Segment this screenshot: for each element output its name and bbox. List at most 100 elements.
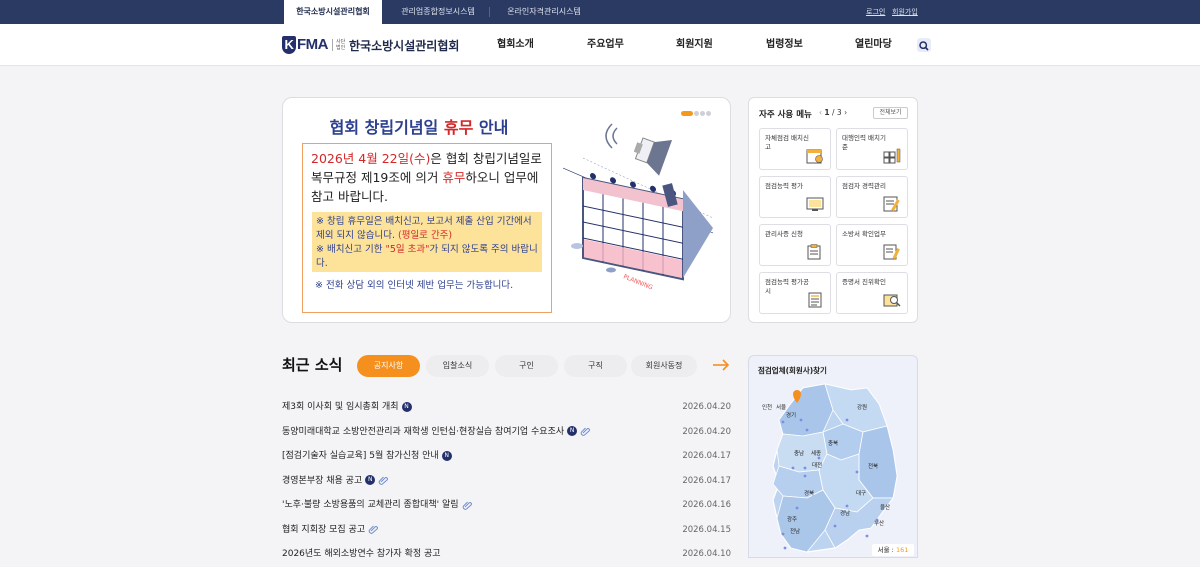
search-icon (919, 41, 929, 51)
quick-item-capability-eval[interactable]: 점검능력 평가 (759, 176, 831, 218)
calendar-icon (806, 149, 823, 164)
map-region-incheon[interactable]: 인천 (762, 403, 772, 411)
banner-title: 협회 창립기념일 휴무 안내 (283, 114, 555, 138)
news-item-date: 2026.04.20 (682, 402, 731, 412)
map-region-gangwon[interactable]: 강원 (857, 403, 867, 411)
news-item-date: 2026.04.15 (682, 524, 731, 535)
banner-highlight: ※ 창립 휴무일은 배치신고, 보고서 제출 산입 기간에서 제외 되지 않습니… (312, 212, 542, 272)
menu-law-info[interactable]: 법령정보 (766, 24, 803, 66)
new-badge-icon: N (567, 426, 578, 436)
map-status-badge: 서울 : 161 (872, 544, 914, 556)
map-region-jeonbuk[interactable]: 경북 (804, 489, 814, 497)
map-region-chungbuk[interactable]: 충북 (828, 439, 838, 447)
map-region-gyeonggi[interactable]: 경기 (786, 411, 796, 419)
map-region-chungnam[interactable]: 충남 (794, 449, 804, 457)
banner-tel-note: ※ 전화 상담 외의 인터넷 제반 업무는 가능합니다. (315, 280, 514, 291)
map-region-gyeongbuk[interactable]: 전북 (868, 462, 878, 470)
main-banner[interactable]: 협회 창립기념일 휴무 안내 2026년 4월 22일(수)은 협회 창립기념일… (282, 97, 731, 323)
logo-shield-icon: K (282, 36, 296, 54)
note-pen-icon (883, 196, 900, 212)
menu-member-support[interactable]: 회원지원 (676, 24, 713, 66)
menu-main-business[interactable]: 주요업무 (587, 24, 624, 66)
quick-item-self-inspection[interactable]: 자체점검 배치신고 (759, 128, 831, 170)
pager-next-icon[interactable]: › (842, 108, 847, 117)
news-tab-notice[interactable]: 공지사항 (357, 355, 420, 377)
news-item[interactable]: 2026년도 해외소방연수 참가자 확정 공고 2026.04.10 (282, 542, 731, 567)
news-item-date: 2026.04.17 (682, 475, 731, 486)
banner-lead: 2026년 4월 22일(수)은 협회 창립기념일로 복무규정 제19조에 의거… (311, 149, 547, 206)
logo-mark-text: FMA (297, 36, 329, 53)
news-item[interactable]: 협회 지회장 모집 공고 2026.04.15 (282, 518, 731, 543)
banner-lead-red: 휴무 (442, 170, 466, 185)
map-region-daegu[interactable]: 대구 (856, 489, 866, 497)
map-region-seoul[interactable]: 서울 (776, 403, 786, 411)
news-item-title: [점검기술자 실습교육] 5월 참가신청 안내 (282, 451, 439, 461)
banner-title-post: 안내 (473, 118, 509, 137)
news-item[interactable]: 제3회 이사회 및 임시총회 개최 N 2026.04.20 (282, 395, 731, 420)
news-item[interactable]: 동양미래대학교 소방안전관리과 재학생 인턴십·현장실습 참여기업 수요조사 N … (282, 420, 731, 445)
map-region-busan[interactable]: 부산 (874, 519, 884, 527)
news-tab-jobs-wanted[interactable]: 구직 (564, 355, 627, 377)
quick-item-label: 증명서 진위확인 (842, 278, 886, 286)
news-more-arrow-icon[interactable] (712, 358, 730, 372)
quick-item-eval-disclosure[interactable]: 점검능력 평가공시 (759, 272, 831, 314)
certificate-search-icon (883, 294, 901, 307)
banner-dot[interactable] (700, 111, 705, 116)
signup-link[interactable]: 회원가입 (892, 0, 918, 24)
view-all-button[interactable]: 전체보기 (873, 107, 908, 119)
banner-date: 2026년 4월 22일(수) (311, 151, 431, 166)
map-region-daejeon[interactable]: 대전 (812, 461, 822, 469)
news-item-date: 2026.04.16 (682, 500, 731, 510)
news-item[interactable]: '노후·불량 소방용품의 교체관리 종합대책' 알림 2026.04.16 (282, 493, 731, 518)
news-item-title: 경영본부장 채용 공고 (282, 475, 363, 486)
pager-sep: / (832, 108, 835, 117)
tab-business-info-system[interactable]: 관리업종합정보시스템 (390, 0, 486, 24)
banner-note-1-red: (평일로 간주) (398, 230, 453, 241)
banner-dot[interactable] (706, 111, 711, 116)
quick-item-career-management[interactable]: 점검자 경력관리 (836, 176, 908, 218)
news-item[interactable]: 경영본부장 채용 공고 N 2026.04.17 (282, 469, 731, 494)
news-item[interactable]: [점검기술자 실습교육] 5월 참가신청 안내 N 2026.04.17 (282, 444, 731, 469)
tab-kfma[interactable]: 한국소방시설관리협회 (284, 0, 382, 24)
quick-item-license-apply[interactable]: 관리사증 신청 (759, 224, 831, 266)
news-item-title: 협회 지회장 모집 공고 (282, 524, 366, 535)
member-map-panel: 점검업체(회원사)찾기 인천 서울 경기 강원 충북 충남 세종 대전 경북 전… (748, 355, 918, 558)
quick-menu-pager: ‹ 1 / 3 › (819, 108, 847, 117)
login-link[interactable]: 로그인 (866, 0, 885, 24)
new-badge-icon: N (365, 475, 376, 485)
tab-online-license-system[interactable]: 온라인자격관리시스템 (494, 0, 594, 24)
menu-open-board[interactable]: 열린마당 (855, 24, 892, 66)
quick-item-certificate-verify[interactable]: 증명서 진위확인 (836, 272, 908, 314)
map-region-sejong[interactable]: 세종 (811, 449, 821, 457)
map-region-ulsan[interactable]: 울산 (880, 503, 890, 511)
news-tab-member-news[interactable]: 회원사동정 (631, 355, 697, 377)
search-button[interactable] (917, 38, 931, 52)
map-region-gwangju[interactable]: 광주 (787, 515, 797, 523)
planning-text: PLANNING (622, 273, 654, 291)
banner-note-2-text: ※ 배치신고 기한 (316, 244, 386, 255)
quick-item-fire-station-check[interactable]: 소방서 확인업무 (836, 224, 908, 266)
map-status-label: 서울 : (877, 546, 896, 554)
list-document-icon (808, 292, 822, 308)
attachment-icon (368, 525, 379, 534)
news-item-title: 동양미래대학교 소방안전관리과 재학생 인턴십·현장실습 참여기업 수요조사 (282, 426, 565, 437)
quick-menu-panel: 자주 사용 메뉴 ‹ 1 / 3 › 전체보기 자체점검 배치신고 대행인력 배… (748, 97, 918, 323)
map-region-jeonnam[interactable]: 전남 (790, 527, 800, 535)
logo[interactable]: K FMA 사단법인 한국소방시설관리협회 (282, 34, 459, 56)
news-tab-jobs-offered[interactable]: 구인 (495, 355, 558, 377)
banner-note-2: ※ 배치신고 기한 "5일 초과"가 되지 않도록 주의 바랍니다. (316, 243, 538, 271)
news-tab-bids[interactable]: 입찰소식 (426, 355, 489, 377)
news-item-date: 2026.04.17 (682, 451, 731, 461)
map-region-gyeongnam[interactable]: 경남 (840, 509, 850, 517)
quick-item-staff-standard[interactable]: 대행인력 배치기준 (836, 128, 908, 170)
quick-item-label: 소방서 확인업무 (842, 230, 886, 238)
logo-mark: K FMA (282, 36, 329, 54)
banner-note-2-red: "5일 초과" (385, 244, 430, 255)
attachment-icon (462, 501, 472, 510)
menu-about[interactable]: 협회소개 (497, 24, 534, 66)
banner-dot-active[interactable] (681, 111, 693, 116)
clipboard-icon (807, 244, 821, 260)
new-badge-icon: N (401, 401, 412, 412)
banner-dot[interactable] (694, 111, 699, 116)
banner-pagination (681, 111, 712, 117)
